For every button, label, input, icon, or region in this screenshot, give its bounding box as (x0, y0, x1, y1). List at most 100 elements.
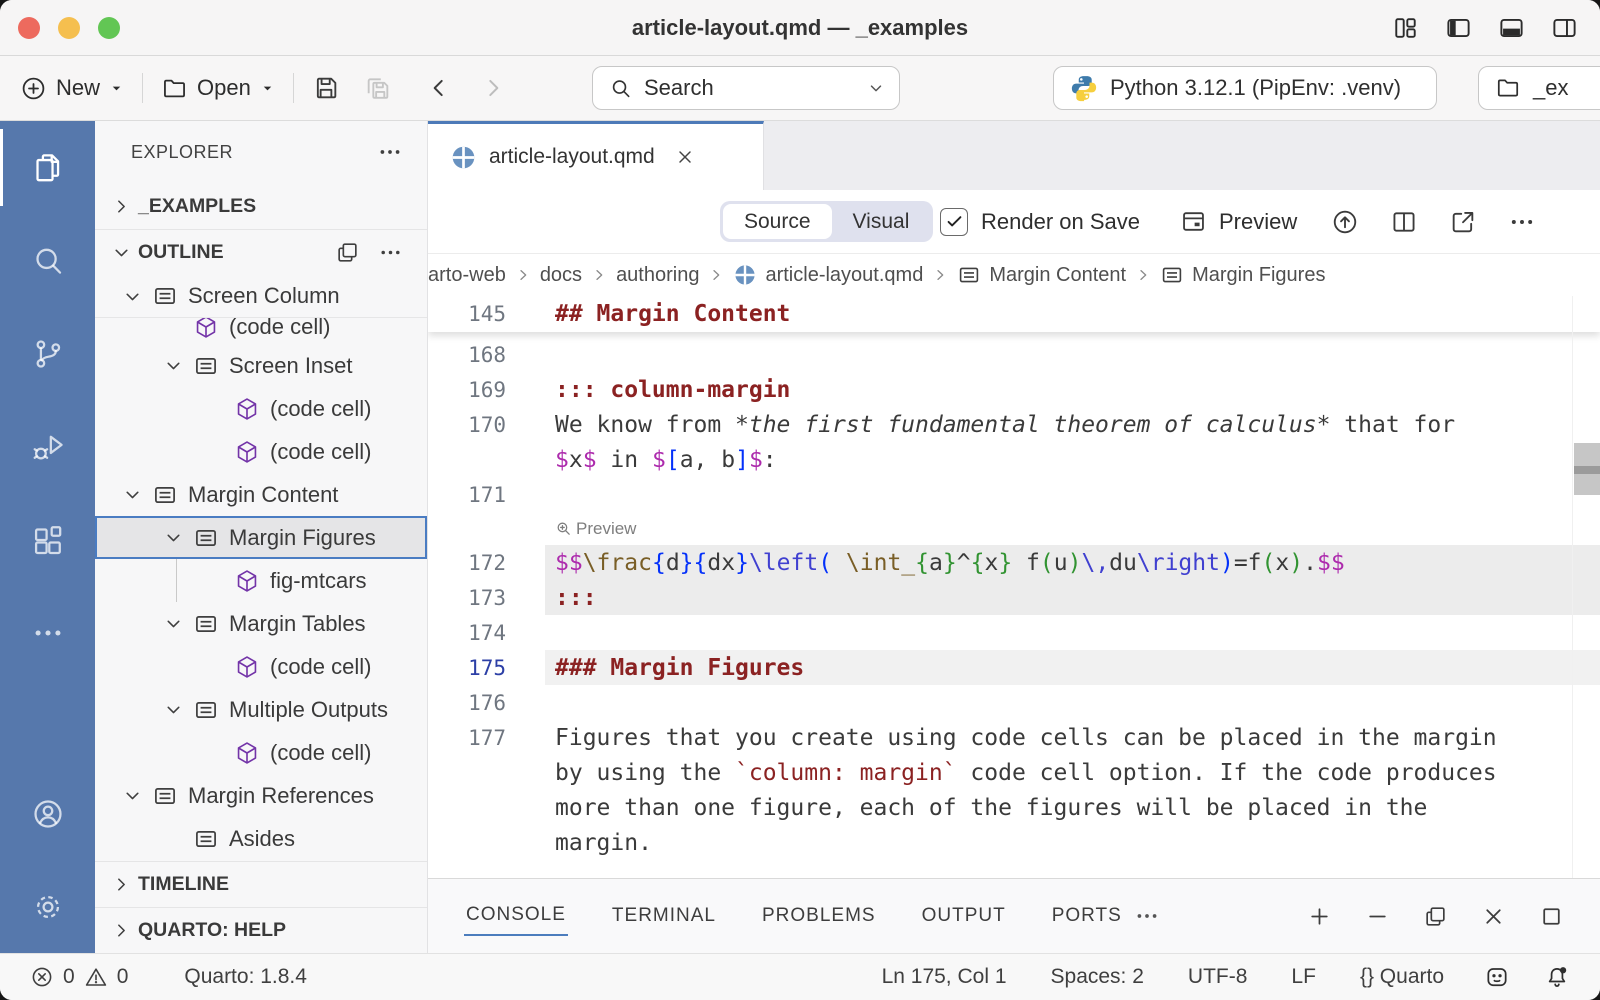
open-external-icon[interactable] (1449, 208, 1477, 236)
panel-tab-console[interactable]: CONSOLE (464, 896, 568, 936)
code-line-174[interactable]: 174 (428, 615, 1600, 650)
search-view-icon[interactable] (0, 214, 95, 307)
maximize-panel-icon[interactable] (1539, 904, 1564, 929)
code-line-173[interactable]: 173::: (428, 580, 1600, 615)
explorer-view-icon[interactable] (0, 121, 95, 214)
extensions-view-icon[interactable] (0, 493, 95, 586)
code-line-wrap[interactable]: by using the `column: margin` code cell … (428, 755, 1600, 790)
python-interpreter-button[interactable]: Python 3.12.1 (PipEnv: .venv) (1053, 66, 1437, 110)
sidebar-section-timeline[interactable]: TIMELINE (95, 861, 427, 907)
outline-item-code-cell[interactable]: (code cell) (95, 645, 427, 688)
render-on-save-checkbox[interactable] (940, 208, 968, 236)
tab-article-layout[interactable]: article-layout.qmd (428, 121, 764, 190)
panel-tab-terminal[interactable]: TERMINAL (610, 897, 718, 935)
line-number[interactable]: 168 (428, 343, 545, 367)
outline-item-screen-column[interactable]: Screen Column (95, 275, 427, 318)
code-line-168[interactable]: 168 (428, 337, 1600, 372)
outline-item-margin-references[interactable]: Margin References (95, 774, 427, 817)
editor-scrollbar[interactable] (1572, 296, 1600, 878)
outline-item-code-cell[interactable]: (code cell) (95, 430, 427, 473)
code-line-176[interactable]: 176 (428, 685, 1600, 720)
line-number[interactable]: 175 (428, 656, 545, 680)
outline-more-actions-icon[interactable] (378, 240, 403, 265)
line-number[interactable]: 169 (428, 378, 545, 402)
breadcrumb-item-margin-figures[interactable]: Margin Figures (1160, 263, 1325, 287)
code-line-171[interactable]: 171 (428, 477, 1600, 512)
line-number[interactable]: 173 (428, 586, 545, 610)
outline-item-code-cell[interactable]: (code cell) (95, 731, 427, 774)
line-number[interactable]: 145 (428, 302, 545, 326)
split-panel-icon[interactable] (1423, 904, 1448, 929)
save-button[interactable] (312, 74, 340, 102)
panel-tab-problems[interactable]: PROBLEMS (760, 897, 878, 935)
status-eol[interactable]: LF (1291, 965, 1316, 989)
preview-button[interactable]: Preview (1180, 190, 1297, 253)
more-views-icon[interactable] (0, 586, 95, 679)
status-cursor-position[interactable]: Ln 175, Col 1 (882, 965, 1007, 989)
toggle-panel-icon[interactable] (1498, 14, 1525, 41)
toggle-secondary-sidebar-icon[interactable] (1551, 14, 1578, 41)
new-terminal-icon[interactable] (1307, 904, 1332, 929)
open-button[interactable]: Open (161, 75, 275, 102)
code-line-wrap[interactable]: more than one figure, each of the figure… (428, 790, 1600, 825)
settings-gear-icon[interactable] (0, 860, 95, 953)
code-line-172[interactable]: 172$$\frac{d}{dx}\left( \int_{a}^{x} f(u… (428, 545, 1600, 580)
minimize-panel-icon[interactable] (1365, 904, 1390, 929)
new-button[interactable]: New (20, 75, 124, 102)
status-indentation[interactable]: Spaces: 2 (1051, 965, 1144, 989)
editor-more-actions-icon[interactable] (1508, 208, 1536, 236)
status-language-mode[interactable]: {} Quarto (1360, 965, 1444, 989)
outline-item-asides[interactable]: Asides (95, 817, 427, 860)
line-number[interactable]: 176 (428, 691, 545, 715)
outline-item-margin-figures[interactable]: Margin Figures (95, 516, 427, 559)
line-number[interactable]: 177 (428, 726, 545, 750)
toggle-sidebar-icon[interactable] (1445, 14, 1472, 41)
outline-item-code-cell[interactable]: (code cell) (95, 318, 427, 344)
code-line-175[interactable]: 175### Margin Figures (428, 650, 1600, 685)
sticky-scroll-line[interactable]: 145 ## Margin Content (428, 296, 1600, 332)
outline-item-margin-content[interactable]: Margin Content (95, 473, 427, 516)
code-line-177[interactable]: 177Figures that you create using code ce… (428, 720, 1600, 755)
zoom-window-button[interactable] (98, 17, 120, 39)
line-number[interactable]: 170 (428, 413, 545, 437)
code-lens-preview[interactable]: Preview (428, 512, 1600, 545)
notifications-bell-icon[interactable] (1544, 964, 1570, 990)
minimize-window-button[interactable] (58, 17, 80, 39)
sidebar-section-examples[interactable]: _EXAMPLES (95, 183, 427, 229)
code-line-wrap[interactable]: margin. (428, 825, 1600, 860)
sidebar-section-quarto-help[interactable]: QUARTO: HELP (95, 907, 427, 953)
run-all-cells-icon[interactable] (1331, 208, 1359, 236)
quarto-version-status[interactable]: Quarto: 1.8.4 (184, 965, 307, 989)
breadcrumb-item-article-layout-qmd[interactable]: article-layout.qmd (733, 263, 923, 287)
problems-status-button[interactable]: 0 0 (30, 965, 128, 989)
breadcrumb-item-authoring[interactable]: authoring (616, 264, 699, 287)
code-line-wrap[interactable]: $x$ in $[a, b]$: (428, 442, 1600, 477)
outline-item-fig-mtcars[interactable]: fig-mtcars (95, 559, 427, 602)
run-debug-view-icon[interactable] (0, 400, 95, 493)
outline-item-code-cell[interactable]: (code cell) (95, 387, 427, 430)
panel-tab-ports[interactable]: PORTS (1050, 897, 1124, 935)
breadcrumb-item-docs[interactable]: docs (540, 264, 582, 287)
source-control-view-icon[interactable] (0, 307, 95, 400)
close-tab-icon[interactable] (675, 147, 695, 167)
customize-layout-icon[interactable] (1392, 14, 1419, 41)
close-window-button[interactable] (18, 17, 40, 39)
visual-mode-button[interactable]: Visual (832, 204, 931, 239)
line-number[interactable]: 171 (428, 483, 545, 507)
explorer-more-actions-icon[interactable] (377, 139, 403, 165)
account-icon[interactable] (0, 767, 95, 860)
breadcrumb-item-arto-web[interactable]: arto-web (428, 264, 506, 287)
code-line-169[interactable]: 169::: column-margin (428, 372, 1600, 407)
breadcrumb-item-margin-content[interactable]: Margin Content (957, 263, 1126, 287)
line-number[interactable]: 172 (428, 551, 545, 575)
go-back-button[interactable] (426, 75, 452, 101)
close-panel-icon[interactable] (1481, 904, 1506, 929)
panel-more-tabs-icon[interactable] (1134, 903, 1160, 929)
outline-item-margin-tables[interactable]: Margin Tables (95, 602, 427, 645)
panel-tab-output[interactable]: OUTPUT (920, 897, 1008, 935)
code-editor[interactable]: 145 ## Margin Content 168169::: column-m… (428, 296, 1600, 878)
feedback-smiley-icon[interactable] (1484, 964, 1510, 990)
split-editor-icon[interactable] (1390, 208, 1418, 236)
status-encoding[interactable]: UTF-8 (1188, 965, 1248, 989)
workspace-button[interactable]: _ex (1478, 66, 1600, 110)
